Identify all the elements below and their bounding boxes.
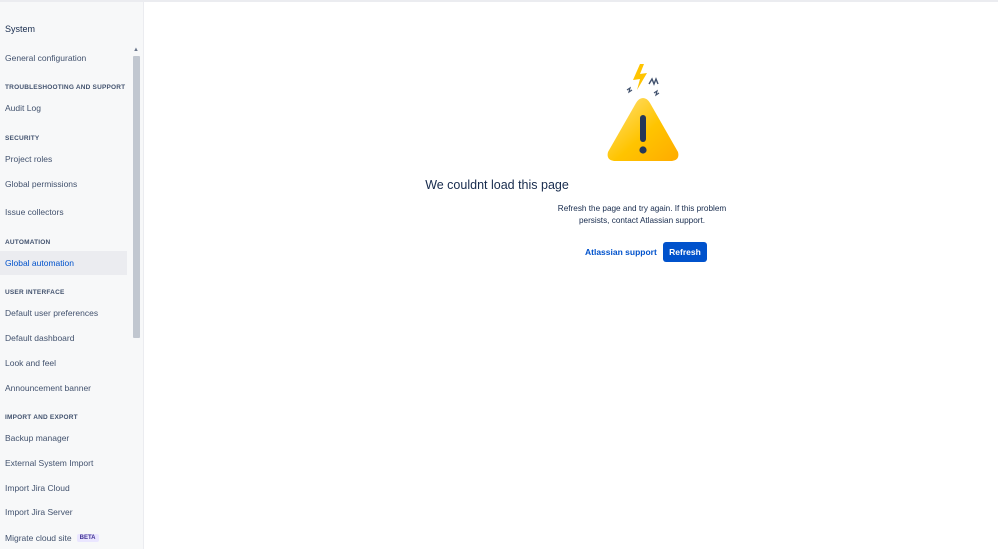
- admin-sidebar: System General configuration TROUBLESHOO…: [0, 2, 144, 549]
- sidebar-scrollbar[interactable]: ▲: [132, 47, 140, 549]
- section-heading-import-export: IMPORT AND EXPORT: [5, 414, 78, 421]
- sidebar-title: System: [5, 24, 36, 34]
- sidebar-item-import-jira-server[interactable]: Import Jira Server: [0, 500, 127, 524]
- sidebar-item-backup-manager[interactable]: Backup manager: [0, 426, 127, 450]
- sidebar-item-external-system-import[interactable]: External System Import: [0, 451, 127, 475]
- sidebar-item-label: Migrate cloud site: [5, 533, 72, 543]
- beta-badge: BETA: [76, 534, 99, 542]
- section-heading-troubleshooting: TROUBLESHOOTING AND SUPPORT: [5, 84, 126, 91]
- sidebar-item-general-configuration[interactable]: General configuration: [0, 46, 127, 70]
- scrollbar-thumb[interactable]: [133, 56, 140, 338]
- error-message: Refresh the page and try again. If this …: [557, 204, 727, 225]
- sidebar-item-migrate-cloud-site[interactable]: Migrate cloud site BETA: [0, 526, 127, 549]
- sidebar-item-look-and-feel[interactable]: Look and feel: [0, 351, 127, 375]
- warning-triangle-icon: [607, 64, 679, 161]
- scroll-up-arrow-icon[interactable]: ▲: [133, 47, 139, 53]
- sidebar-item-global-automation[interactable]: Global automation: [0, 251, 127, 275]
- section-heading-security: SECURITY: [5, 135, 40, 142]
- error-title: We couldnt load this page: [425, 178, 569, 192]
- refresh-button[interactable]: Refresh: [663, 242, 707, 262]
- main-content: We couldnt load this page Refresh the pa…: [145, 2, 998, 549]
- sidebar-item-issue-collectors[interactable]: Issue collectors: [0, 200, 127, 224]
- section-heading-user-interface: USER INTERFACE: [5, 289, 65, 296]
- sidebar-item-project-roles[interactable]: Project roles: [0, 147, 127, 171]
- sidebar-item-audit-log[interactable]: Audit Log: [0, 96, 127, 120]
- sidebar-item-announcement-banner[interactable]: Announcement banner: [0, 376, 127, 400]
- atlassian-support-link[interactable]: Atlassian support: [580, 242, 662, 262]
- sidebar-item-import-jira-cloud[interactable]: Import Jira Cloud: [0, 476, 127, 500]
- sidebar-item-default-dashboard[interactable]: Default dashboard: [0, 326, 127, 350]
- sidebar-item-default-user-preferences[interactable]: Default user preferences: [0, 301, 127, 325]
- section-heading-automation: AUTOMATION: [5, 239, 51, 246]
